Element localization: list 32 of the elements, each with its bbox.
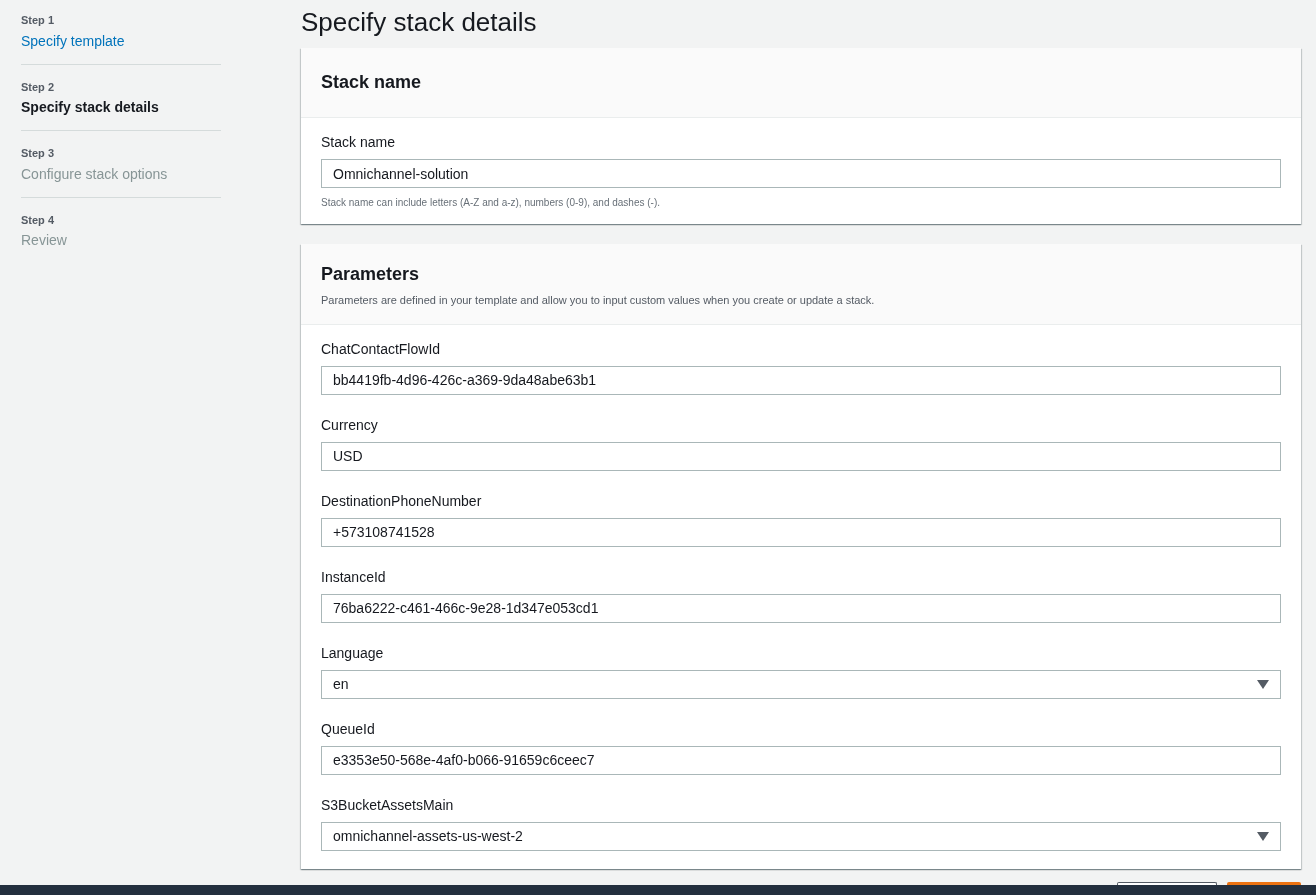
field-hint: Stack name can include letters (A-Z and a-z), numbers (0-9), and dashes (-). xyxy=(321,196,662,210)
select-field[interactable]: omnichannel-assets-us-west-2 xyxy=(321,821,1281,851)
step-number: Step 4 xyxy=(21,212,55,228)
step-title[interactable]: Specify template xyxy=(21,30,221,52)
select-field[interactable]: en xyxy=(321,669,1281,699)
field-label: Currency xyxy=(321,415,379,435)
field-label: QueueId xyxy=(321,719,376,739)
input-field[interactable]: e3353e50-568e-4af0-b066-91659c6ceec7 xyxy=(321,745,1281,775)
field-label: Stack name xyxy=(321,133,396,152)
step-number: Step 1 xyxy=(21,13,55,28)
field-label: InstanceId xyxy=(321,567,387,587)
cancel-button[interactable] xyxy=(1117,882,1217,885)
step-title: Configure stack options xyxy=(21,164,169,184)
step-title: Review xyxy=(21,231,68,250)
input-field[interactable]: bb4419fb-4d96-426c-a369-9da48abe63b1 xyxy=(321,365,1281,395)
card-description: Parameters are defined in your template and allow you to input custom values when you create or update a stack. xyxy=(321,293,876,308)
field-label: ChatContactFlowId xyxy=(321,339,442,359)
page-title: Specify stack details xyxy=(301,6,538,38)
step-number: Step 2 xyxy=(21,79,55,95)
field-label: DestinationPhoneNumber xyxy=(321,491,483,511)
step-number: Step 3 xyxy=(21,146,55,161)
card-heading: Stack name xyxy=(321,71,422,94)
field-label: S3BucketAssetsMain xyxy=(321,795,455,815)
input-field[interactable]: +573108741528 xyxy=(321,517,1281,547)
input-field[interactable]: USD xyxy=(321,441,1281,471)
input-field[interactable]: Omnichannel-solution xyxy=(321,159,1281,188)
card-heading: Parameters xyxy=(321,263,421,286)
caret-icon xyxy=(1257,831,1269,841)
step-title: Specify stack details xyxy=(21,98,160,117)
input-field[interactable]: 76ba6222-c461-466c-9e28-1d347e053cd1 xyxy=(321,593,1281,623)
field-label: Language xyxy=(321,643,385,663)
caret-icon xyxy=(1257,679,1269,689)
